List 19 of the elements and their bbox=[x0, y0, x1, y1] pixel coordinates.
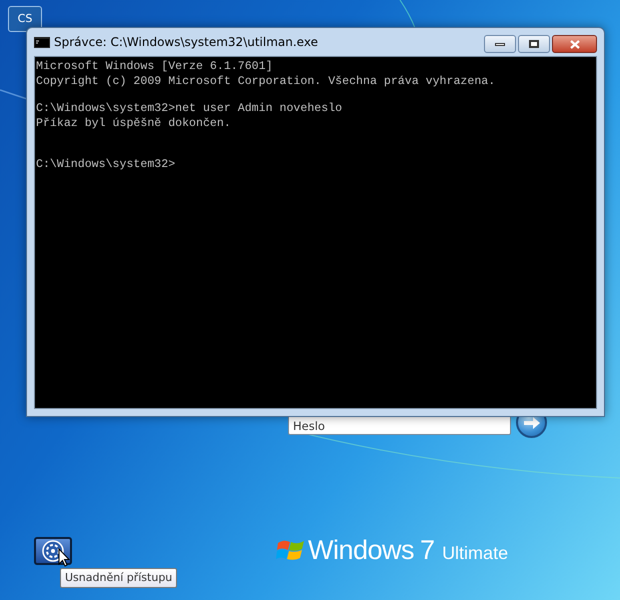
brand-version: 7 bbox=[420, 535, 436, 565]
tooltip: Usnadnění přístupu bbox=[60, 568, 178, 588]
accessibility-button[interactable] bbox=[34, 537, 72, 565]
close-icon bbox=[570, 40, 580, 48]
minimize-button[interactable] bbox=[484, 35, 516, 53]
arrow-right-icon bbox=[522, 416, 540, 430]
console-line: Příkaz byl úspěšně dokončen. bbox=[36, 116, 232, 131]
brand-edition: Ultimate bbox=[442, 542, 508, 565]
brand-name: Windows bbox=[308, 535, 414, 565]
console-icon bbox=[34, 36, 50, 48]
console-line: C:\Windows\system32>net user Admin noveheslo bbox=[36, 101, 344, 116]
mouse-pointer-icon bbox=[58, 548, 70, 567]
console-line: C:\Windows\system32> bbox=[36, 157, 176, 172]
maximize-button[interactable] bbox=[518, 35, 550, 53]
window-title: Správce: C:\Windows\system32\utilman.exe bbox=[54, 34, 318, 51]
console-line: Microsoft Windows [Verze 6.1.7601] bbox=[36, 59, 274, 74]
console-line: Copyright (c) 2009 Microsoft Corporation. Všechna práva vyhrazena. bbox=[36, 74, 496, 89]
close-button[interactable] bbox=[552, 35, 597, 53]
language-badge[interactable]: CS bbox=[8, 6, 42, 32]
